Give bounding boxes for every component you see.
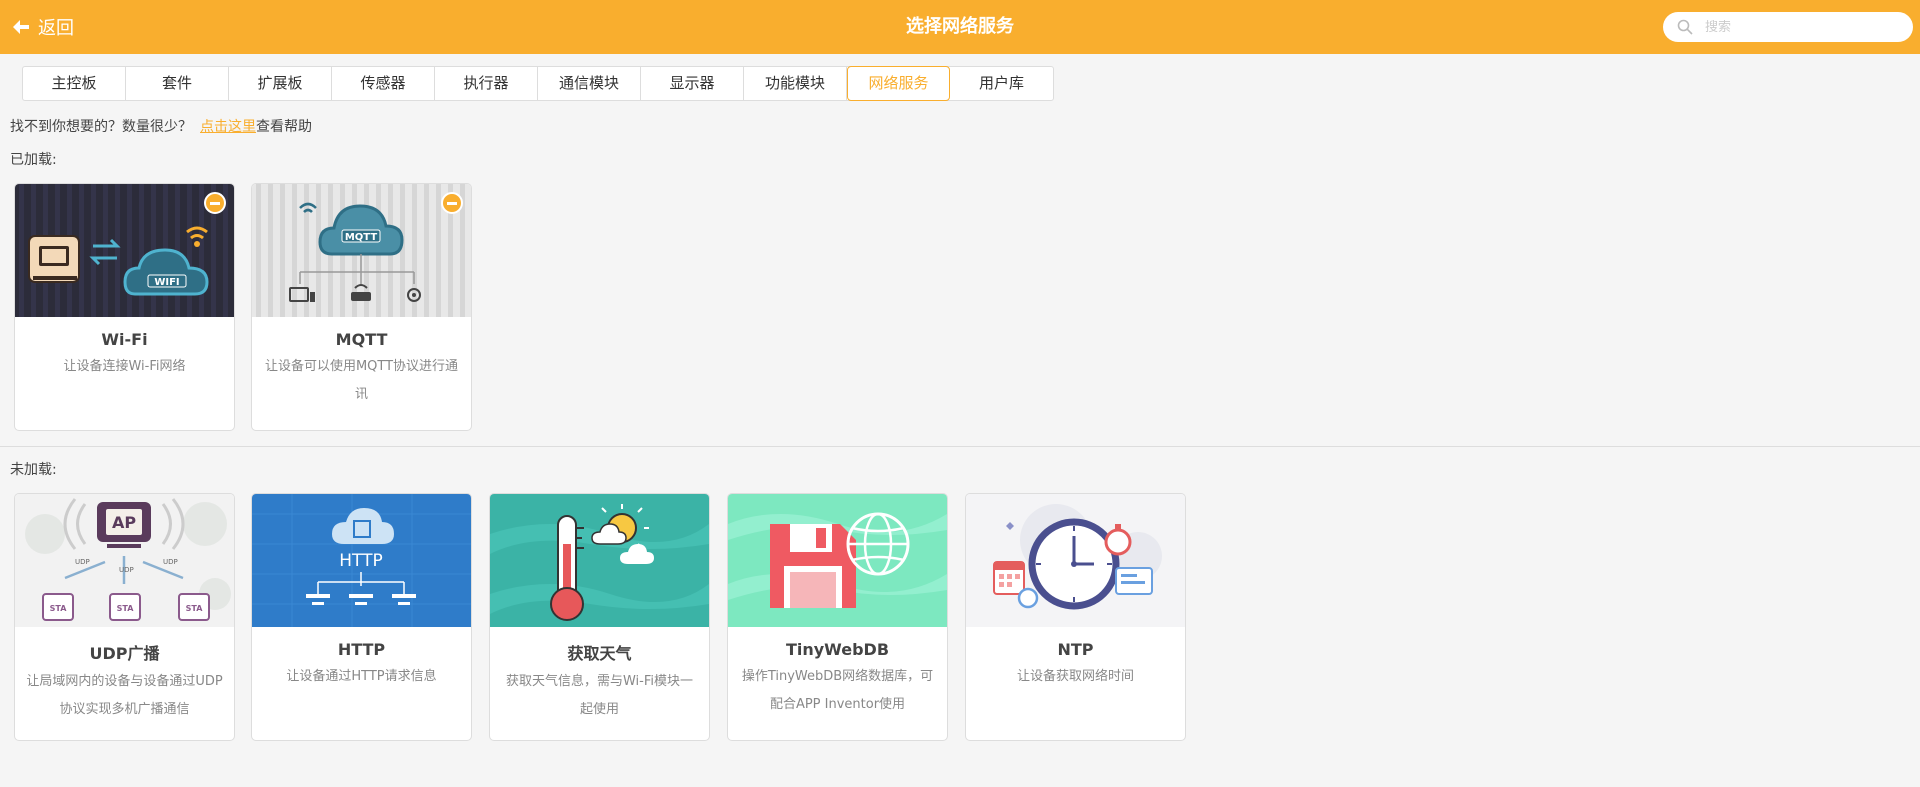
unloaded-section-label: 未加载:: [10, 462, 57, 478]
tab-user-library[interactable]: 用户库: [950, 67, 1053, 100]
card-title: UDP广播: [89, 644, 160, 663]
back-label: 返回: [38, 18, 74, 39]
http-cloud-icon: HTTP: [252, 494, 471, 627]
card-description: 让设备通过HTTP请求信息: [286, 669, 437, 684]
extension-card-weather[interactable]: 获取天气 获取天气信息，需与Wi-Fi模块一起使用: [489, 493, 710, 741]
ntp-clock-icon: [966, 494, 1185, 627]
extension-card-udp[interactable]: AP UDP UDP UDP STA STA STA UDP广播 让局域网内的设…: [14, 493, 235, 741]
tab-display[interactable]: 显示器: [641, 67, 744, 100]
search-box[interactable]: [1663, 12, 1913, 42]
card-description: 让设备连接Wi-Fi网络: [63, 359, 186, 374]
extension-card-mqtt[interactable]: MQTT MQTT 让设备可以使用MQTT协议进行通讯: [251, 183, 472, 431]
weather-thermometer-icon: [490, 494, 709, 627]
sta-label-1: STA: [50, 604, 68, 613]
mqtt-cloud-icon: MQTT: [252, 184, 471, 317]
wifi-image-text: WIFI: [154, 277, 179, 288]
page-title: 选择网络服务: [906, 16, 1014, 37]
tab-sensor[interactable]: 传感器: [332, 67, 435, 100]
card-title: NTP: [1057, 640, 1094, 659]
card-title: MQTT: [335, 330, 388, 349]
minus-icon: [210, 201, 220, 205]
udp-broadcast-icon: AP UDP UDP UDP STA STA STA: [15, 494, 234, 627]
tab-mainboard[interactable]: 主控板: [23, 67, 126, 100]
help-suffix: 查看帮助: [256, 119, 312, 135]
remove-extension-button[interactable]: [204, 192, 226, 214]
tab-expansion-board[interactable]: 扩展板: [229, 67, 332, 100]
udp-label-right: UDP: [163, 558, 178, 566]
loaded-section-label: 已加载:: [10, 152, 57, 168]
search-icon: [1677, 19, 1693, 35]
card-description: 操作TinyWebDB网络数据库，可配合APP Inventor使用: [741, 669, 934, 712]
tab-kit[interactable]: 套件: [126, 67, 229, 100]
ap-image-text: AP: [112, 513, 136, 532]
help-prefix: 找不到你想要的？数量很少？: [10, 119, 192, 135]
card-description: 获取天气信息，需与Wi-Fi模块一起使用: [505, 674, 693, 717]
help-link[interactable]: 点击这里: [200, 119, 256, 135]
tab-communication[interactable]: 通信模块: [538, 67, 641, 100]
card-description: 让设备可以使用MQTT协议进行通讯: [264, 359, 459, 402]
section-divider: [0, 446, 1920, 447]
extension-card-wifi[interactable]: WIFI Wi-Fi 让设备连接Wi-Fi网络: [14, 183, 235, 431]
card-title: Wi-Fi: [101, 330, 148, 349]
extension-card-http[interactable]: HTTP HTTP 让设备通过HTTP请求信息: [251, 493, 472, 741]
sta-label-2: STA: [117, 604, 135, 613]
help-text: 找不到你想要的？数量很少？ 点击这里查看帮助: [10, 116, 312, 136]
card-title: HTTP: [337, 640, 386, 659]
tinywebdb-floppy-icon: [728, 494, 947, 627]
sta-label-3: STA: [186, 604, 204, 613]
minus-icon: [447, 201, 457, 205]
extension-card-tinywebdb[interactable]: TinyWebDB 操作TinyWebDB网络数据库，可配合APP Invent…: [727, 493, 948, 741]
card-description: 让局域网内的设备与设备通过UDP协议实现多机广播通信: [26, 674, 223, 717]
wifi-cloud-icon: WIFI: [15, 184, 234, 317]
search-input[interactable]: [1705, 19, 1895, 35]
arrow-left-icon: [13, 20, 29, 34]
category-tabs: 主控板 套件 扩展板 传感器 执行器 通信模块 显示器 功能模块 网络服务 用户…: [22, 66, 1054, 101]
top-bar: 返回 选择网络服务: [0, 0, 1920, 54]
card-title: TinyWebDB: [785, 640, 890, 659]
remove-extension-button[interactable]: [441, 192, 463, 214]
http-image-text: HTTP: [339, 551, 383, 571]
extension-card-ntp[interactable]: NTP 让设备获取网络时间: [965, 493, 1186, 741]
card-description: 让设备获取网络时间: [1016, 669, 1134, 684]
tab-function-module[interactable]: 功能模块: [744, 67, 847, 100]
udp-label-center: UDP: [119, 566, 134, 574]
udp-label-left: UDP: [75, 558, 90, 566]
tab-actuator[interactable]: 执行器: [435, 67, 538, 100]
back-button[interactable]: 返回: [12, 0, 74, 54]
mqtt-image-text: MQTT: [345, 232, 378, 243]
card-title: 获取天气: [567, 644, 632, 663]
tab-network-service[interactable]: 网络服务: [847, 66, 950, 101]
